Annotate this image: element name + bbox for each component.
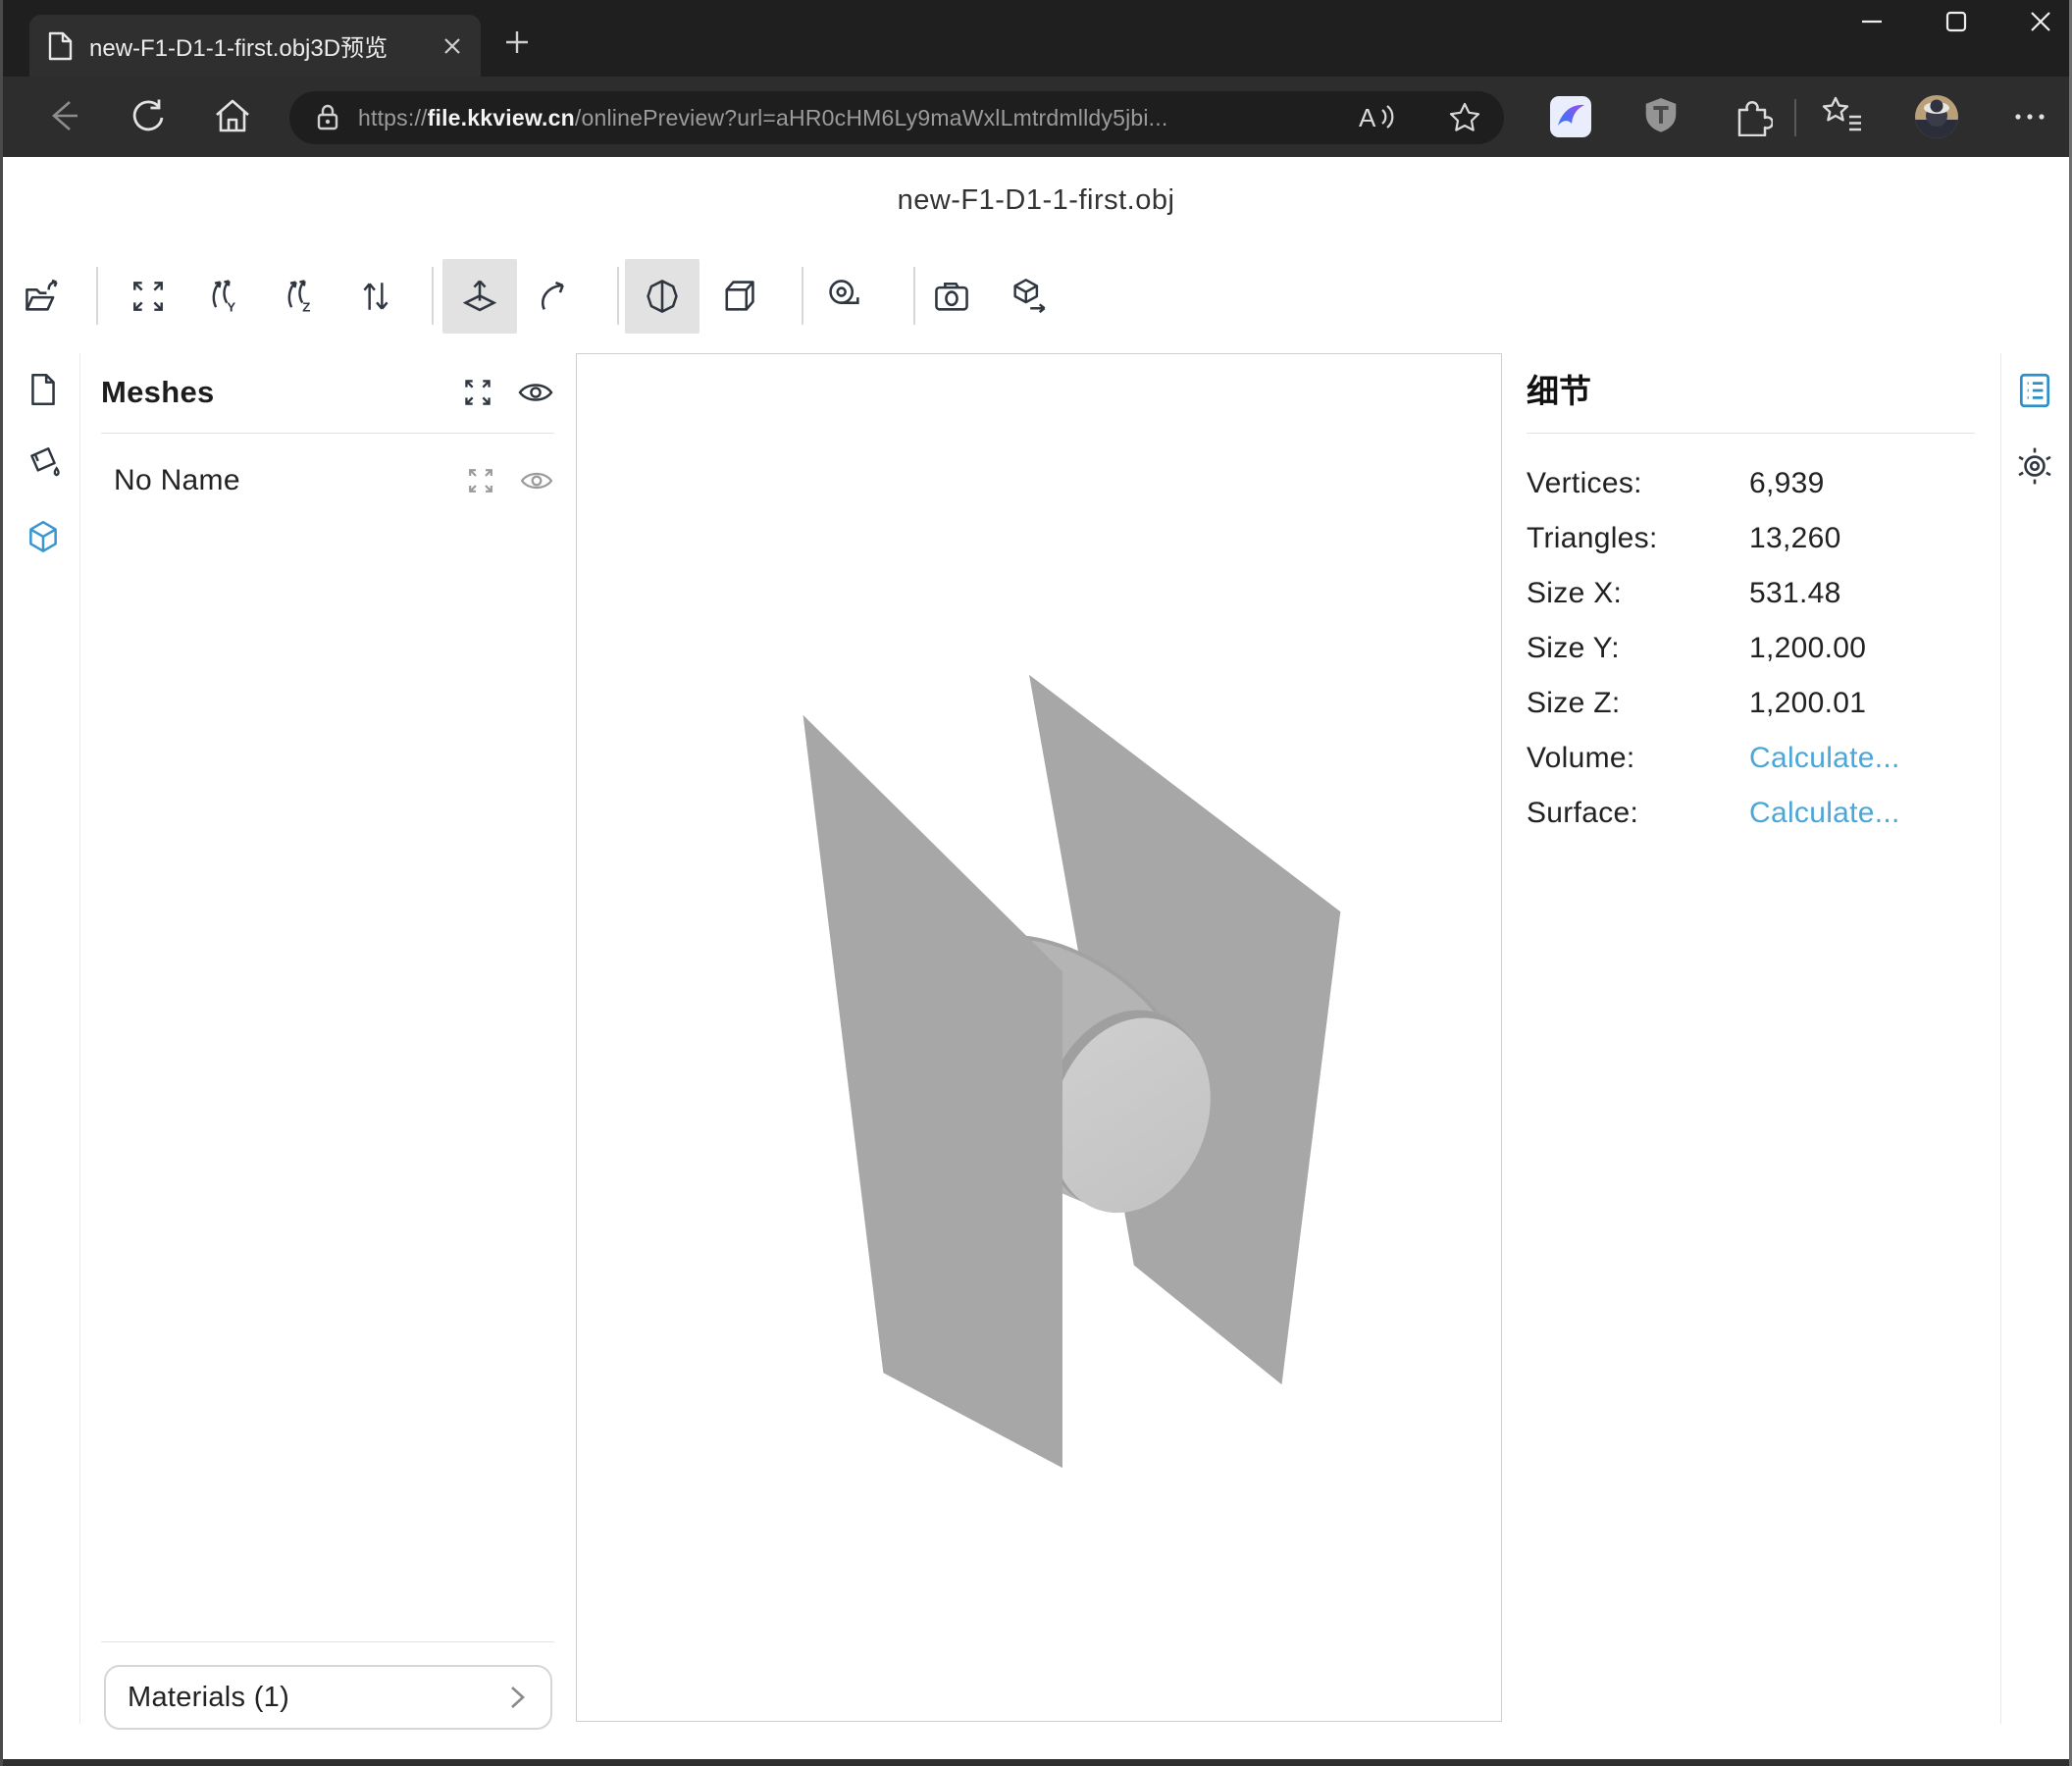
avatar[interactable] [1914,94,1959,139]
chevron-right-icon [505,1681,529,1714]
sidebar-item-materials[interactable] [5,443,81,483]
window-controls [1858,8,2054,35]
more-menu-icon[interactable] [2010,95,2049,138]
svg-text:Y: Y [227,300,235,315]
visibility-mesh-icon[interactable] [519,467,554,494]
visibility-all-icon[interactable] [517,378,554,407]
detail-row-size-z: Size Z: 1,200.01 [1527,676,1978,731]
window-bottom-border [0,1759,2072,1766]
calculate-surface-link[interactable]: Calculate... [1749,797,1900,830]
rotate-z-button[interactable]: Z [263,259,337,334]
model-3d [577,354,1501,1721]
measure-button[interactable] [807,259,882,334]
tab-close-icon[interactable] [441,35,463,57]
plane-left [803,715,1062,1468]
thunder-extension-icon[interactable] [1549,95,1592,138]
calculate-volume-link[interactable]: Calculate... [1749,742,1900,775]
meshes-header-row: Meshes [101,371,554,414]
fit-mesh-icon[interactable] [466,466,495,495]
viewer-page: new-F1-D1-1-first.obj Y Z [3,157,2069,1759]
materials-divider [101,1641,554,1642]
tab-title: new-F1-D1-1-first.obj3D预览 [89,28,388,63]
viewer-toolbar-separator [96,267,98,325]
right-strip-divider [2000,353,2001,1724]
url-text: https://file.kkview.cn/onlinePreview?url… [358,105,1167,131]
viewer-toolbar-separator [802,267,803,325]
detail-row-triangles: Triangles: 13,260 [1527,511,1978,566]
shading-solid-button[interactable] [625,259,699,334]
mesh-name: No Name [114,464,240,497]
orbit-button[interactable] [519,259,594,334]
read-aloud-icon[interactable]: A [1357,101,1396,134]
details-header: 细节 [1527,365,1591,412]
detail-row-surface: Surface: Calculate... [1527,786,1978,841]
model-viewport[interactable] [576,353,1502,1722]
close-button[interactable] [2027,8,2054,35]
bounding-box-button[interactable] [701,259,776,334]
page-title: new-F1-D1-1-first.obj [3,184,2069,217]
browser-tab[interactable]: new-F1-D1-1-first.obj3D预览 [29,15,481,77]
viewer-toolbar-separator [432,267,434,325]
details-divider [1527,433,1975,434]
tampermonkey-extension-icon[interactable] [1641,95,1681,134]
detail-row-size-x: Size X: 531.48 [1527,566,1978,621]
move-model-button[interactable] [442,259,517,334]
maximize-button[interactable] [1942,8,1970,35]
detail-row-volume: Volume: Calculate... [1527,731,1978,786]
favorite-star-icon[interactable] [1447,100,1482,135]
detail-row-size-y: Size Y: 1,200.00 [1527,621,1978,676]
open-file-button[interactable] [5,259,79,334]
puzzle-extensions-icon[interactable] [1732,95,1773,136]
address-bar[interactable]: https://file.kkview.cn/onlinePreview?url… [289,91,1504,144]
home-icon[interactable] [211,94,254,137]
sidebar-divider [79,353,80,1724]
tab-bar: new-F1-D1-1-first.obj3D预览 [0,0,2072,77]
details-list-button[interactable] [2000,371,2069,410]
snapshot-button[interactable] [914,259,989,334]
toolbar-separator [1794,99,1796,136]
viewer-toolbar-separator [617,267,619,325]
meshes-divider [101,433,554,434]
export-model-button[interactable] [991,259,1065,334]
flip-vertical-button[interactable] [338,259,413,334]
detail-row-vertices: Vertices: 6,939 [1527,456,1978,511]
browser-window: new-F1-D1-1-first.obj3D预览 [0,0,2072,1766]
settings-gear-icon[interactable] [2000,445,2069,487]
svg-text:Z: Z [302,300,310,315]
rotate-y-button[interactable]: Y [187,259,262,334]
details-rows: Vertices: 6,939 Triangles: 13,260 Size X… [1527,456,1978,841]
refresh-icon[interactable] [127,94,170,137]
page-favicon-icon [47,31,74,61]
mesh-list-item[interactable]: No Name [114,459,554,502]
lock-icon [311,101,344,134]
fit-all-icon[interactable] [462,377,493,408]
fit-to-view-button[interactable] [111,259,185,334]
collections-icon[interactable] [1820,95,1865,136]
sidebar-item-file-info[interactable] [5,371,81,408]
sidebar-item-model-tree[interactable] [5,518,81,557]
new-tab-button[interactable] [502,27,532,57]
meshes-header: Meshes [101,375,215,410]
materials-button[interactable]: Materials (1) [104,1665,552,1730]
minimize-button[interactable] [1858,8,1886,35]
svg-text:A: A [1359,103,1376,132]
back-icon[interactable] [42,94,85,137]
materials-label: Materials (1) [128,1682,289,1714]
